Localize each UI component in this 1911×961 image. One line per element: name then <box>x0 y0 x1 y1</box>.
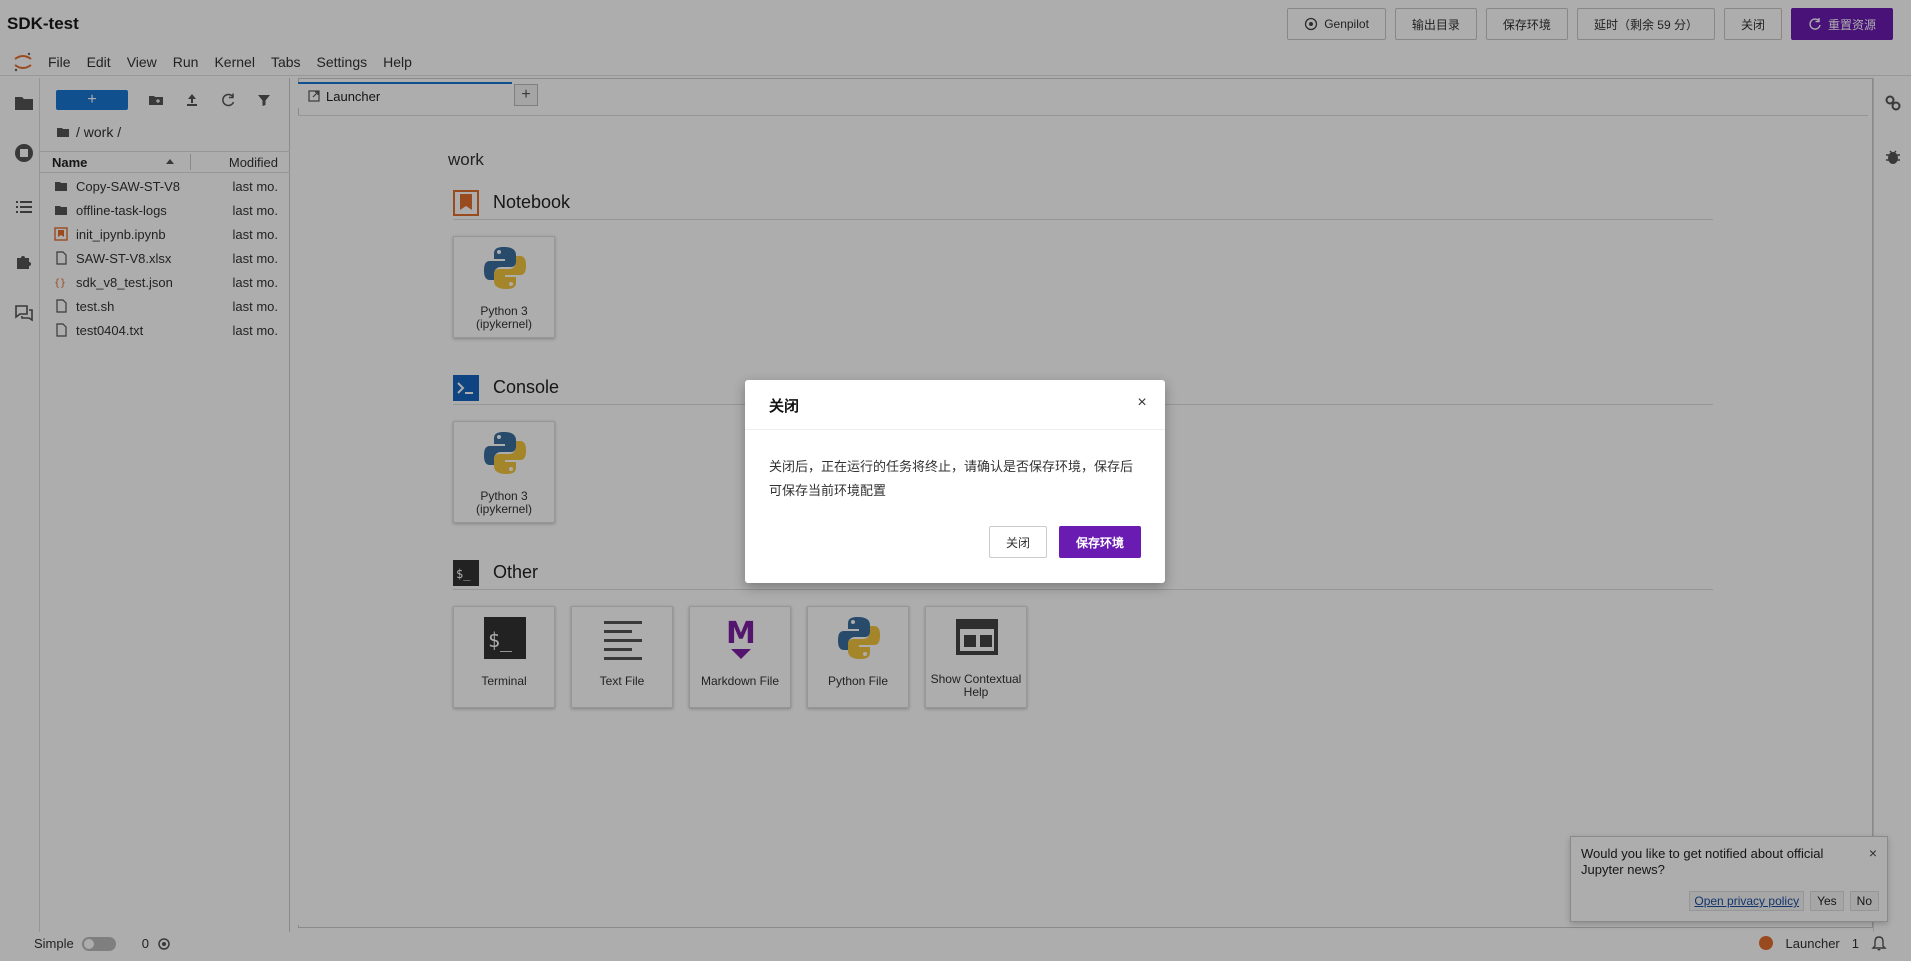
dialog-save-env-button[interactable]: 保存环境 <box>1058 526 1141 558</box>
dialog-actions: 关闭 保存环境 <box>988 526 1141 558</box>
dialog-close-button[interactable]: 关闭 <box>988 526 1047 558</box>
dialog-title: 关闭 <box>769 398 800 415</box>
close-confirm-dialog: 关闭 × 关闭后，正在运行的任务将终止，请确认是否保存环境，保存后可保存当前环境… <box>745 380 1165 583</box>
dialog-message: 关闭后，正在运行的任务将终止，请确认是否保存环境，保存后可保存当前环境配置 <box>769 459 1134 498</box>
dialog-close-icon[interactable]: × <box>1133 394 1151 412</box>
dialog-header: 关闭 × <box>745 380 1165 430</box>
